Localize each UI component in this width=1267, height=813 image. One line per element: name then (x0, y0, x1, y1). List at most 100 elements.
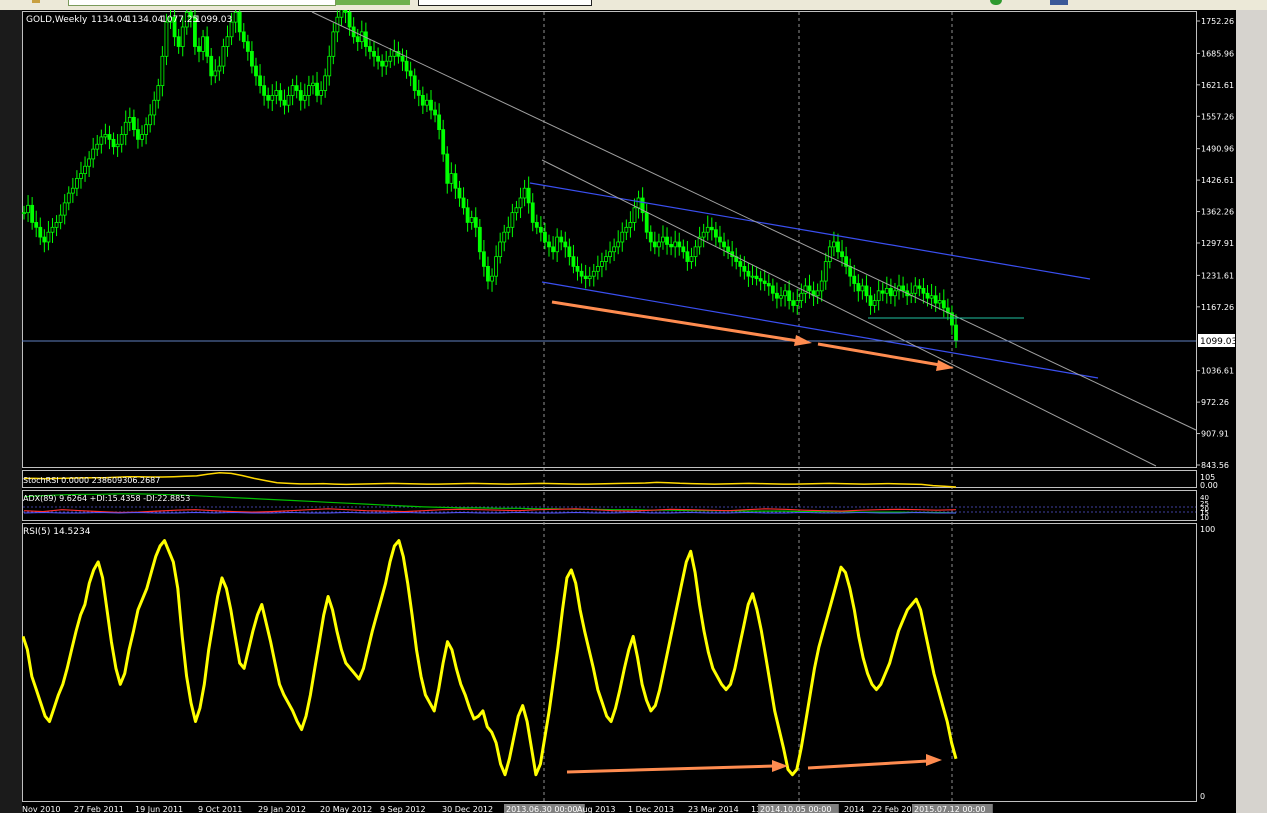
candle-body (823, 261, 828, 282)
candle-body (791, 300, 796, 306)
candle-body (376, 55, 380, 62)
toolbar-go-button[interactable] (336, 0, 410, 5)
candle-body (127, 116, 132, 123)
candle-body (254, 65, 258, 77)
candle-body (327, 55, 332, 77)
candle-body (266, 94, 271, 101)
candle-body (148, 114, 153, 126)
candle-body (197, 46, 201, 52)
candle-body (388, 55, 393, 62)
candle-body (648, 231, 653, 243)
candle-body (852, 275, 857, 284)
candle-body (742, 266, 747, 272)
candle-body (864, 285, 869, 297)
candle-body (933, 295, 938, 304)
candle-body (652, 241, 657, 248)
price-axis: 1752.26 1685.96 1621.61 1557.26 1490.96 1426.… (1196, 17, 1234, 470)
adx-label: ADX(89) 9.6264 +DI:15.4358 -DI:22.8853 (23, 494, 190, 503)
candle-body (319, 90, 324, 96)
candle-body (563, 241, 568, 248)
candle-body (412, 75, 417, 91)
candle-body (75, 178, 79, 189)
time-tick-label: 1 Dec 2013 (628, 805, 674, 813)
price-tick-label: 1621.61 (1201, 81, 1234, 90)
candle-body (469, 217, 474, 223)
candle-body (298, 90, 303, 101)
candle-body (87, 158, 92, 167)
candle-body (848, 266, 853, 277)
candle-body (66, 192, 71, 204)
time-axis: Nov 2010 27 Feb 2011 19 Jun 2011 9 Oct 2011… (22, 804, 993, 813)
candle-body (583, 275, 588, 280)
candle-body (290, 85, 295, 96)
candle-body (111, 138, 116, 148)
price-tick-label: 972.26 (1201, 398, 1229, 407)
candle-body (473, 217, 478, 228)
candle-body (783, 290, 787, 297)
candle-body (95, 143, 100, 150)
candle-body (929, 295, 934, 299)
toolbar-icon[interactable] (32, 0, 40, 3)
candle-body (156, 85, 161, 101)
candle-body (913, 285, 918, 294)
candle-body (465, 207, 470, 223)
candle-body (176, 36, 181, 47)
candle-body (502, 231, 507, 243)
candle-body (343, 10, 348, 13)
candle-body (262, 85, 267, 96)
rsi-tick-bottom: 0 (1200, 792, 1205, 801)
ohlc-open: 1134.04 (91, 15, 128, 25)
candle-body (225, 36, 230, 47)
candle-body (302, 94, 307, 101)
toolbar-search-input[interactable] (68, 0, 336, 6)
candle-body (901, 285, 905, 292)
price-tick-label: 1167.26 (1201, 303, 1234, 312)
candle-body (612, 246, 617, 253)
candle-body (70, 187, 75, 194)
candle-body (131, 116, 136, 130)
candle-body (429, 99, 433, 111)
candle-body (673, 241, 678, 248)
candle-body (518, 197, 523, 209)
toolbar-address-field[interactable] (418, 0, 592, 6)
candle-body (416, 90, 421, 96)
candle-body (477, 226, 482, 253)
candle-body (140, 134, 144, 140)
time-tick-label: 9 Oct 2011 (198, 805, 242, 813)
candle-body (83, 165, 87, 174)
candle-body (449, 173, 454, 184)
status-globe-icon[interactable] (990, 0, 1002, 5)
candle-body (241, 31, 246, 43)
candle-body (591, 270, 596, 277)
candle-body (62, 202, 67, 216)
candle-body (595, 266, 600, 272)
candle-body (46, 231, 51, 243)
ohlc-high: 1134.04 (126, 15, 163, 25)
candle-body (860, 285, 865, 292)
candle-body (718, 236, 722, 243)
candle-body (217, 65, 222, 72)
candle-body (144, 124, 148, 135)
time-tick-label: 2014.10.05 00:00 (760, 805, 831, 813)
price-tick-label: 1231.61 (1201, 271, 1234, 280)
facebook-icon[interactable] (1050, 0, 1068, 5)
candle-body (530, 202, 535, 223)
stochrsi-tick-bottom: 0.00 (1200, 481, 1218, 490)
price-tick-label: 843.56 (1201, 461, 1229, 470)
candle-body (221, 46, 226, 67)
candle-body (604, 256, 608, 262)
candle-body (323, 75, 328, 91)
candle-body (209, 55, 214, 77)
candle-body (685, 251, 690, 262)
candle-body (286, 94, 291, 106)
price-tick-label: 1426.61 (1201, 176, 1234, 185)
candle-body (941, 300, 946, 309)
candle-body (233, 11, 238, 23)
chart-window[interactable]: 1752.26 1685.96 1621.61 1557.26 1490.96 1426.… (22, 10, 1236, 813)
candle-body (498, 241, 503, 258)
candle-body (893, 290, 897, 297)
candle-body (30, 204, 35, 223)
candle-body (294, 85, 299, 91)
candle-body (884, 287, 889, 294)
candle-body (856, 283, 861, 292)
